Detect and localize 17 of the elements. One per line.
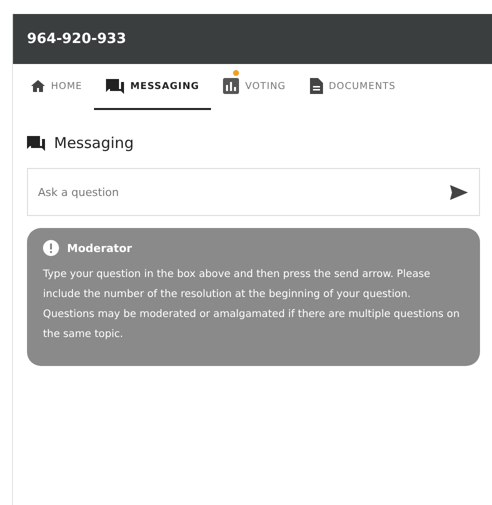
meeting-id: 964-920-933	[27, 31, 126, 47]
nav-tab[interactable]: MESSAGING	[94, 64, 212, 110]
notice-title: Moderator	[67, 242, 132, 254]
notice-text: Type your question in the box above and then press the send arrow. Please include the number of the resolution at the beginning of your question. Questions may be moderated or amalgamated if there are multiple questions on the same topic.	[43, 267, 461, 342]
nav-tab[interactable]: DOCUMENTS	[298, 64, 408, 110]
chat-icon	[27, 136, 45, 150]
send-icon	[450, 185, 468, 200]
document-icon	[310, 78, 323, 94]
chat-icon	[106, 78, 124, 94]
alert-icon	[43, 240, 59, 256]
nav-tab[interactable]: VOTING	[211, 64, 298, 110]
send-button[interactable]	[450, 185, 468, 200]
section-title: Messaging	[54, 134, 134, 152]
nav-tab[interactable]: HOME	[19, 64, 94, 110]
bar-chart-icon	[223, 78, 240, 94]
home-icon	[31, 80, 45, 92]
question-field[interactable]: Ask a question	[27, 168, 480, 216]
